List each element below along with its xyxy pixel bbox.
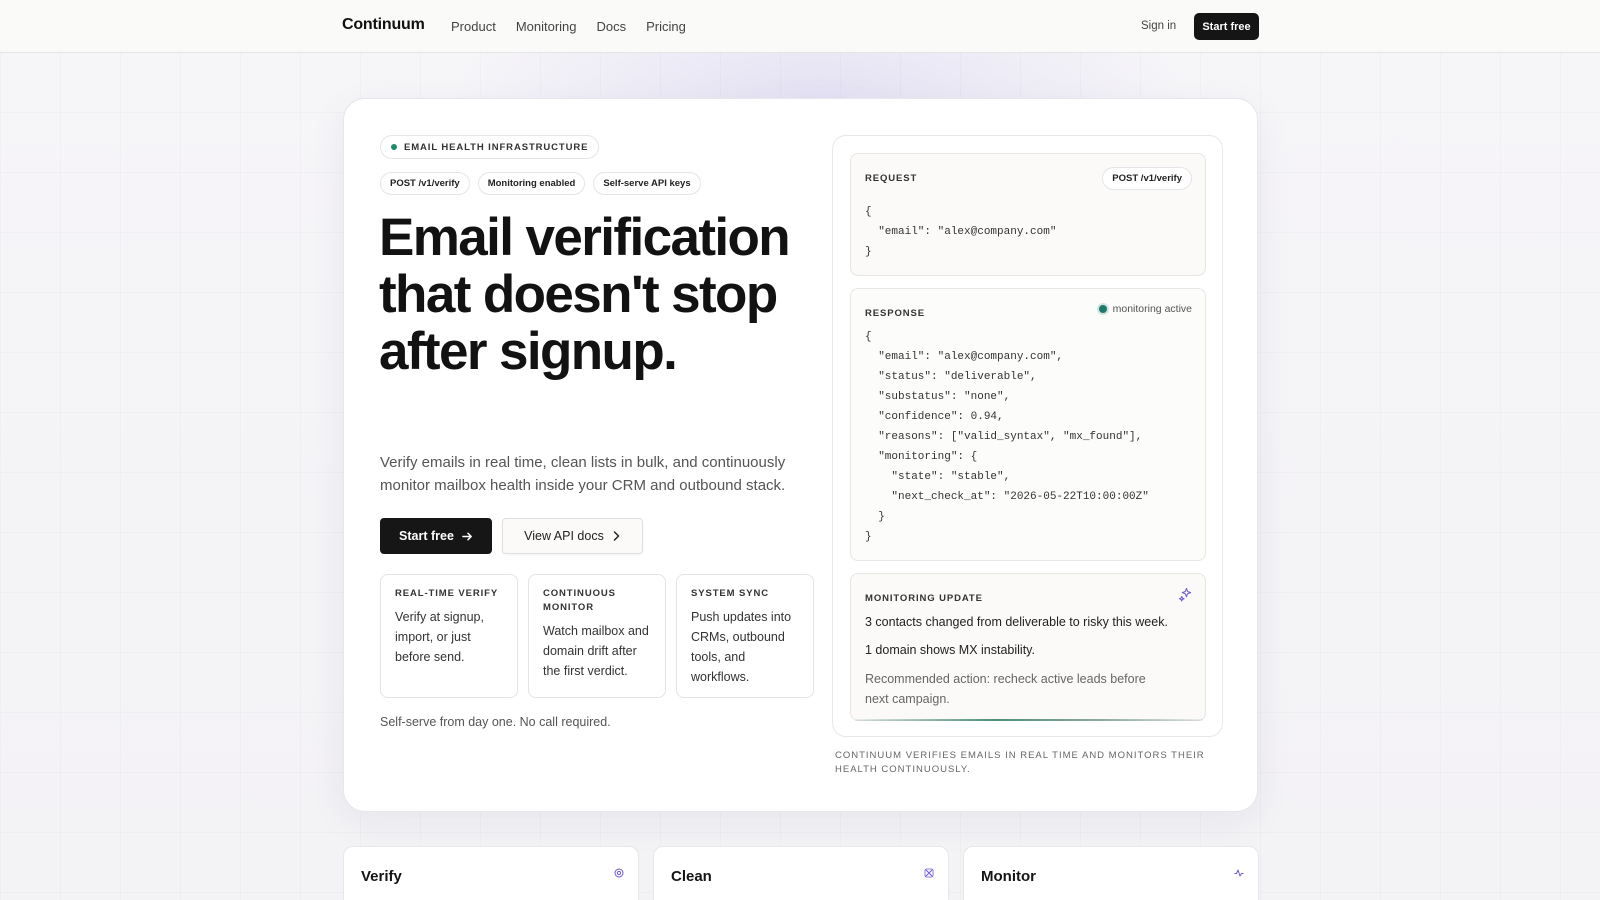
- start-free-button[interactable]: Start free: [380, 518, 492, 554]
- monitoring-status: monitoring active: [1098, 303, 1192, 315]
- brand-logo[interactable]: Continuum: [342, 16, 425, 34]
- feature-title: SYSTEM SYNC: [691, 588, 769, 599]
- card-title: Verify: [361, 868, 402, 885]
- nav-link-pricing[interactable]: Pricing: [646, 19, 686, 34]
- monitoring-line-1: 3 contacts changed from deliverable to r…: [865, 615, 1168, 629]
- hero-footnote: Self-serve from day one. No call require…: [380, 715, 611, 729]
- chip-endpoint: POST /v1/verify: [380, 172, 470, 195]
- feature-description: Watch mailbox and domain drift after the…: [543, 624, 649, 678]
- card-verify[interactable]: Verify: [343, 846, 639, 900]
- card-monitor[interactable]: Monitor: [963, 846, 1259, 900]
- view-api-docs-label: View API docs: [524, 529, 604, 543]
- feature-title: CONTINUOUS MONITOR: [543, 588, 616, 613]
- sign-in-link[interactable]: Sign in: [1141, 20, 1176, 32]
- hero-headline: Email verification that doesn't stop aft…: [379, 208, 791, 381]
- response-block: RESPONSE monitoring active { "email": "a…: [850, 288, 1206, 561]
- feature-continuous-monitor: CONTINUOUS MONITOR Watch mailbox and dom…: [528, 574, 666, 698]
- request-endpoint-badge: POST /v1/verify: [1102, 167, 1192, 190]
- request-block: REQUEST POST /v1/verify { "email": "alex…: [850, 153, 1206, 276]
- monitoring-recommendation: Recommended action: recheck active leads…: [865, 672, 1146, 706]
- feature-description: Verify at signup, import, or just before…: [395, 610, 484, 664]
- top-nav: Continuum Product Monitoring Docs Pricin…: [0, 0, 1600, 53]
- pulse-icon: [1234, 869, 1244, 877]
- start-free-label: Start free: [399, 529, 454, 543]
- feature-description: Push updates into CRMs, outbound tools, …: [691, 610, 792, 684]
- nav-link-product[interactable]: Product: [451, 19, 496, 34]
- broom-icon: [924, 868, 934, 878]
- chip-api-keys: Self-serve API keys: [593, 172, 701, 195]
- feature-real-time-verify: REAL-TIME VERIFY Verify at signup, impor…: [380, 574, 518, 698]
- chevron-right-icon: [613, 531, 620, 541]
- nav-links: Product Monitoring Docs Pricing: [451, 19, 686, 34]
- response-label: RESPONSE: [865, 308, 925, 319]
- feature-list: REAL-TIME VERIFY Verify at signup, impor…: [380, 574, 814, 698]
- nav-start-free-button[interactable]: Start free: [1194, 13, 1259, 40]
- api-demo-panel: REQUEST POST /v1/verify { "email": "alex…: [832, 135, 1223, 737]
- hero-subhead: Verify emails in real time, clean lists …: [380, 454, 786, 494]
- monitoring-update-label: MONITORING UPDATE: [865, 593, 983, 604]
- active-dot-icon: [1098, 305, 1107, 313]
- card-title: Monitor: [981, 868, 1036, 885]
- nav-link-monitoring[interactable]: Monitoring: [516, 19, 577, 34]
- eyebrow-label: EMAIL HEALTH INFRASTRUCTURE: [404, 141, 589, 153]
- monitoring-status-label: monitoring active: [1112, 303, 1192, 315]
- panel-caption: CONTINUUM VERIFIES EMAILS IN REAL TIME A…: [835, 750, 1205, 775]
- hero-card: EMAIL HEALTH INFRASTRUCTURE POST /v1/ver…: [343, 98, 1258, 812]
- view-api-docs-button[interactable]: View API docs: [502, 518, 643, 554]
- card-clean[interactable]: Clean: [653, 846, 949, 900]
- feature-chips: POST /v1/verify Monitoring enabled Self-…: [380, 172, 701, 195]
- target-icon: [614, 868, 624, 878]
- monitoring-accent-bar: [855, 719, 1203, 721]
- monitoring-update-block: MONITORING UPDATE 3 contacts changed fro…: [850, 573, 1206, 721]
- eyebrow-badge: EMAIL HEALTH INFRASTRUCTURE: [380, 135, 600, 159]
- card-title: Clean: [671, 868, 712, 885]
- status-dot-icon: [391, 144, 397, 150]
- request-label: REQUEST: [865, 173, 918, 184]
- chip-monitoring: Monitoring enabled: [477, 172, 586, 195]
- feature-title: REAL-TIME VERIFY: [395, 588, 499, 599]
- sparkle-icon: [1178, 587, 1192, 602]
- response-code: { "email": "alex@company.com", "status":…: [865, 331, 1149, 543]
- arrow-right-icon: [462, 532, 472, 540]
- request-code: { "email": "alex@company.com" }: [865, 206, 1057, 258]
- nav-link-docs[interactable]: Docs: [597, 19, 627, 34]
- feature-system-sync: SYSTEM SYNC Push updates into CRMs, outb…: [676, 574, 814, 698]
- monitoring-line-2: 1 domain shows MX instability.: [865, 643, 1035, 657]
